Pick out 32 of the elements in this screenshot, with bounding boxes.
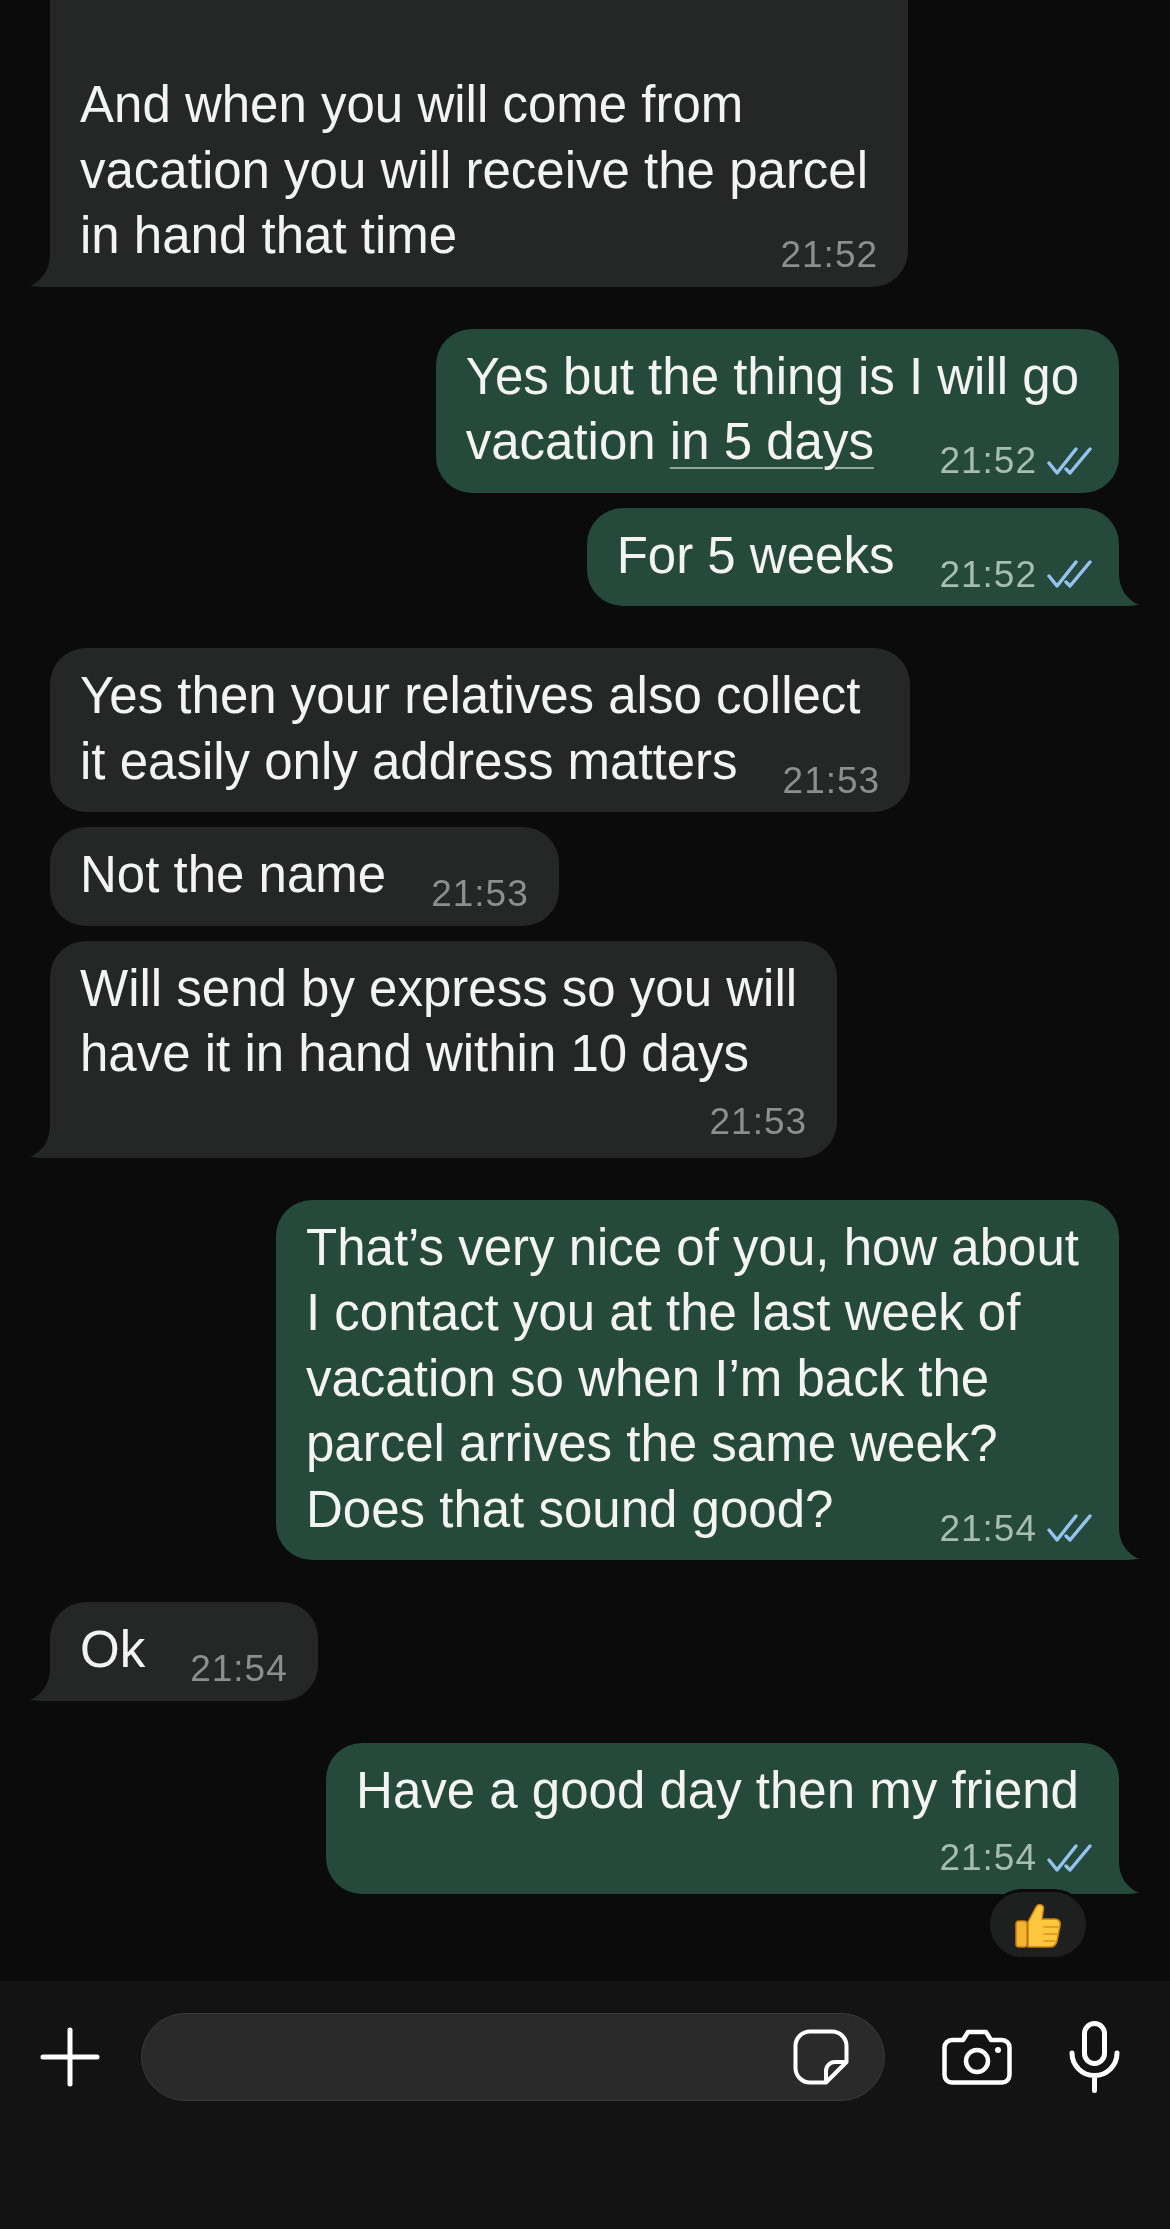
message-text: Yes then your relatives also collect xyxy=(80,667,861,724)
microphone-icon[interactable] xyxy=(1069,2021,1120,2093)
message-time: 21:52 xyxy=(939,555,1037,593)
message-time: 21:54 xyxy=(190,1650,288,1687)
message-text: in hand that time xyxy=(80,207,458,264)
date-link[interactable]: in 5 days xyxy=(669,413,874,470)
message-text: Ok xyxy=(80,1621,146,1678)
message-text: parcel arrives the same week? xyxy=(306,1415,998,1472)
message-text: Have a good day then my friend xyxy=(356,1761,1079,1819)
message-text: Not the name xyxy=(80,846,387,903)
message-text: Will send by express so you will xyxy=(80,959,798,1017)
message-time: 21:52 xyxy=(780,236,879,273)
message-text: have it in hand within 10 days xyxy=(80,1025,750,1082)
message-text: Yes but the thing is I will go xyxy=(465,347,1079,405)
message-time: 21:53 xyxy=(431,875,529,912)
message-time: 21:53 xyxy=(782,761,881,799)
message-time: 21:54 xyxy=(939,1839,1037,1876)
message-text: That’s very nice of you, how about xyxy=(306,1218,1079,1276)
camera-icon[interactable] xyxy=(942,2029,1012,2085)
message-text: And when you will come from xyxy=(80,76,744,133)
message-text: I contact you at the last week of xyxy=(306,1284,1021,1341)
message-time: 21:53 xyxy=(709,1102,808,1140)
message-time: 21:54 xyxy=(939,1509,1037,1547)
message-text: vacation you will receive the parcel xyxy=(80,141,869,199)
message-time: 21:52 xyxy=(939,442,1037,479)
sticker-icon[interactable] xyxy=(793,2029,849,2085)
message-text: Does that sound good? xyxy=(306,1480,834,1538)
message-text: vacation in 5 days xyxy=(465,413,874,470)
plus-icon[interactable] xyxy=(40,2027,100,2087)
message-text: it easily only address matters xyxy=(80,732,738,790)
message-text: vacation so when I’m back the xyxy=(306,1349,990,1407)
message-text: For 5 weeks xyxy=(616,526,895,584)
